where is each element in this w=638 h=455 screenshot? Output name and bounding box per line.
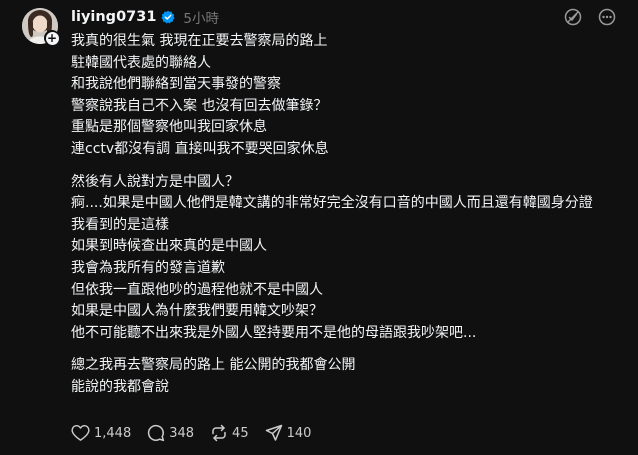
share-button[interactable]: 140 (265, 424, 312, 442)
repost-button[interactable]: 45 (210, 424, 249, 442)
repost-icon (212, 424, 226, 442)
post-line: 總之我再去警察局的路上 能公開的我都會公開 (71, 357, 356, 374)
share-icon (265, 424, 282, 441)
like-button[interactable]: 1,448 (71, 424, 131, 442)
post-timestamp: 5小時 (183, 11, 220, 27)
comment-icon (148, 424, 165, 442)
post-line: 我真的很生氣 我現在正要去警察局的路上 (71, 33, 328, 49)
post-line: 如果是中國人為什麼我們要用韓文吵架？ (71, 303, 323, 320)
post-top-actions (564, 8, 616, 26)
post-line: 警察說我自己不入案 也沒有回去做筆錄？ (71, 97, 328, 114)
post-line: 痾....如果是中國人他們是韓文講的非常好完全沒有口音的中國人而且還有韓國身分證 (71, 195, 593, 212)
post-line: 但依我一直跟他吵的過程他就不是中國人 (71, 281, 323, 298)
translate-button[interactable] (564, 8, 582, 26)
repost-count: 45 (232, 425, 249, 441)
like-count: 1,448 (94, 425, 132, 441)
translate-icon (564, 8, 582, 26)
reply-count: 348 (169, 425, 195, 441)
post-line: 重點是那個警察他叫我回家休息 (71, 119, 267, 136)
post-line: 和我說他們聯絡到當天事發的警察 (71, 76, 281, 93)
post-line: 連cctv都沒有調 直接叫我不要哭回家休息 (71, 140, 329, 157)
username[interactable]: liying0731 (71, 9, 156, 25)
more-icon (598, 8, 616, 26)
more-options-button[interactable] (598, 8, 616, 26)
reply-button[interactable]: 348 (147, 424, 194, 442)
post-line: 然後有人說對方是中國人？ (71, 173, 239, 190)
follow-button[interactable]: + (44, 30, 60, 46)
post-body: 我真的很生氣 我現在正要去警察局的路上 駐韓國代表處的聯絡人 和我說他們聯絡到當… (71, 31, 616, 399)
thread-post: + liying0731 5小時 我真的很生氣 我現在正要去警察局的路上 駐韓國… (0, 0, 638, 455)
post-line: 駐韓國代表處的聯絡人 (71, 54, 211, 71)
post-line: 如果到時候查出來真的是中國人 (71, 238, 267, 255)
share-count: 140 (286, 425, 312, 441)
verified-badge-icon (161, 10, 175, 24)
post-line: 我會為我所有的發言道歉 (71, 259, 225, 276)
post-actions: 1,448 348 45 140 (71, 424, 327, 442)
post-line: 能說的我都會說 (71, 378, 169, 395)
post-line: 他不可能聽不出來我是外國人堅持要用不是他的母語跟我吵架吧... (71, 324, 477, 341)
heart-icon (71, 424, 90, 441)
post-line: 我看到的是這樣 (71, 216, 169, 233)
plus-icon: + (45, 30, 59, 45)
post-header: liying0731 5小時 (71, 6, 219, 28)
